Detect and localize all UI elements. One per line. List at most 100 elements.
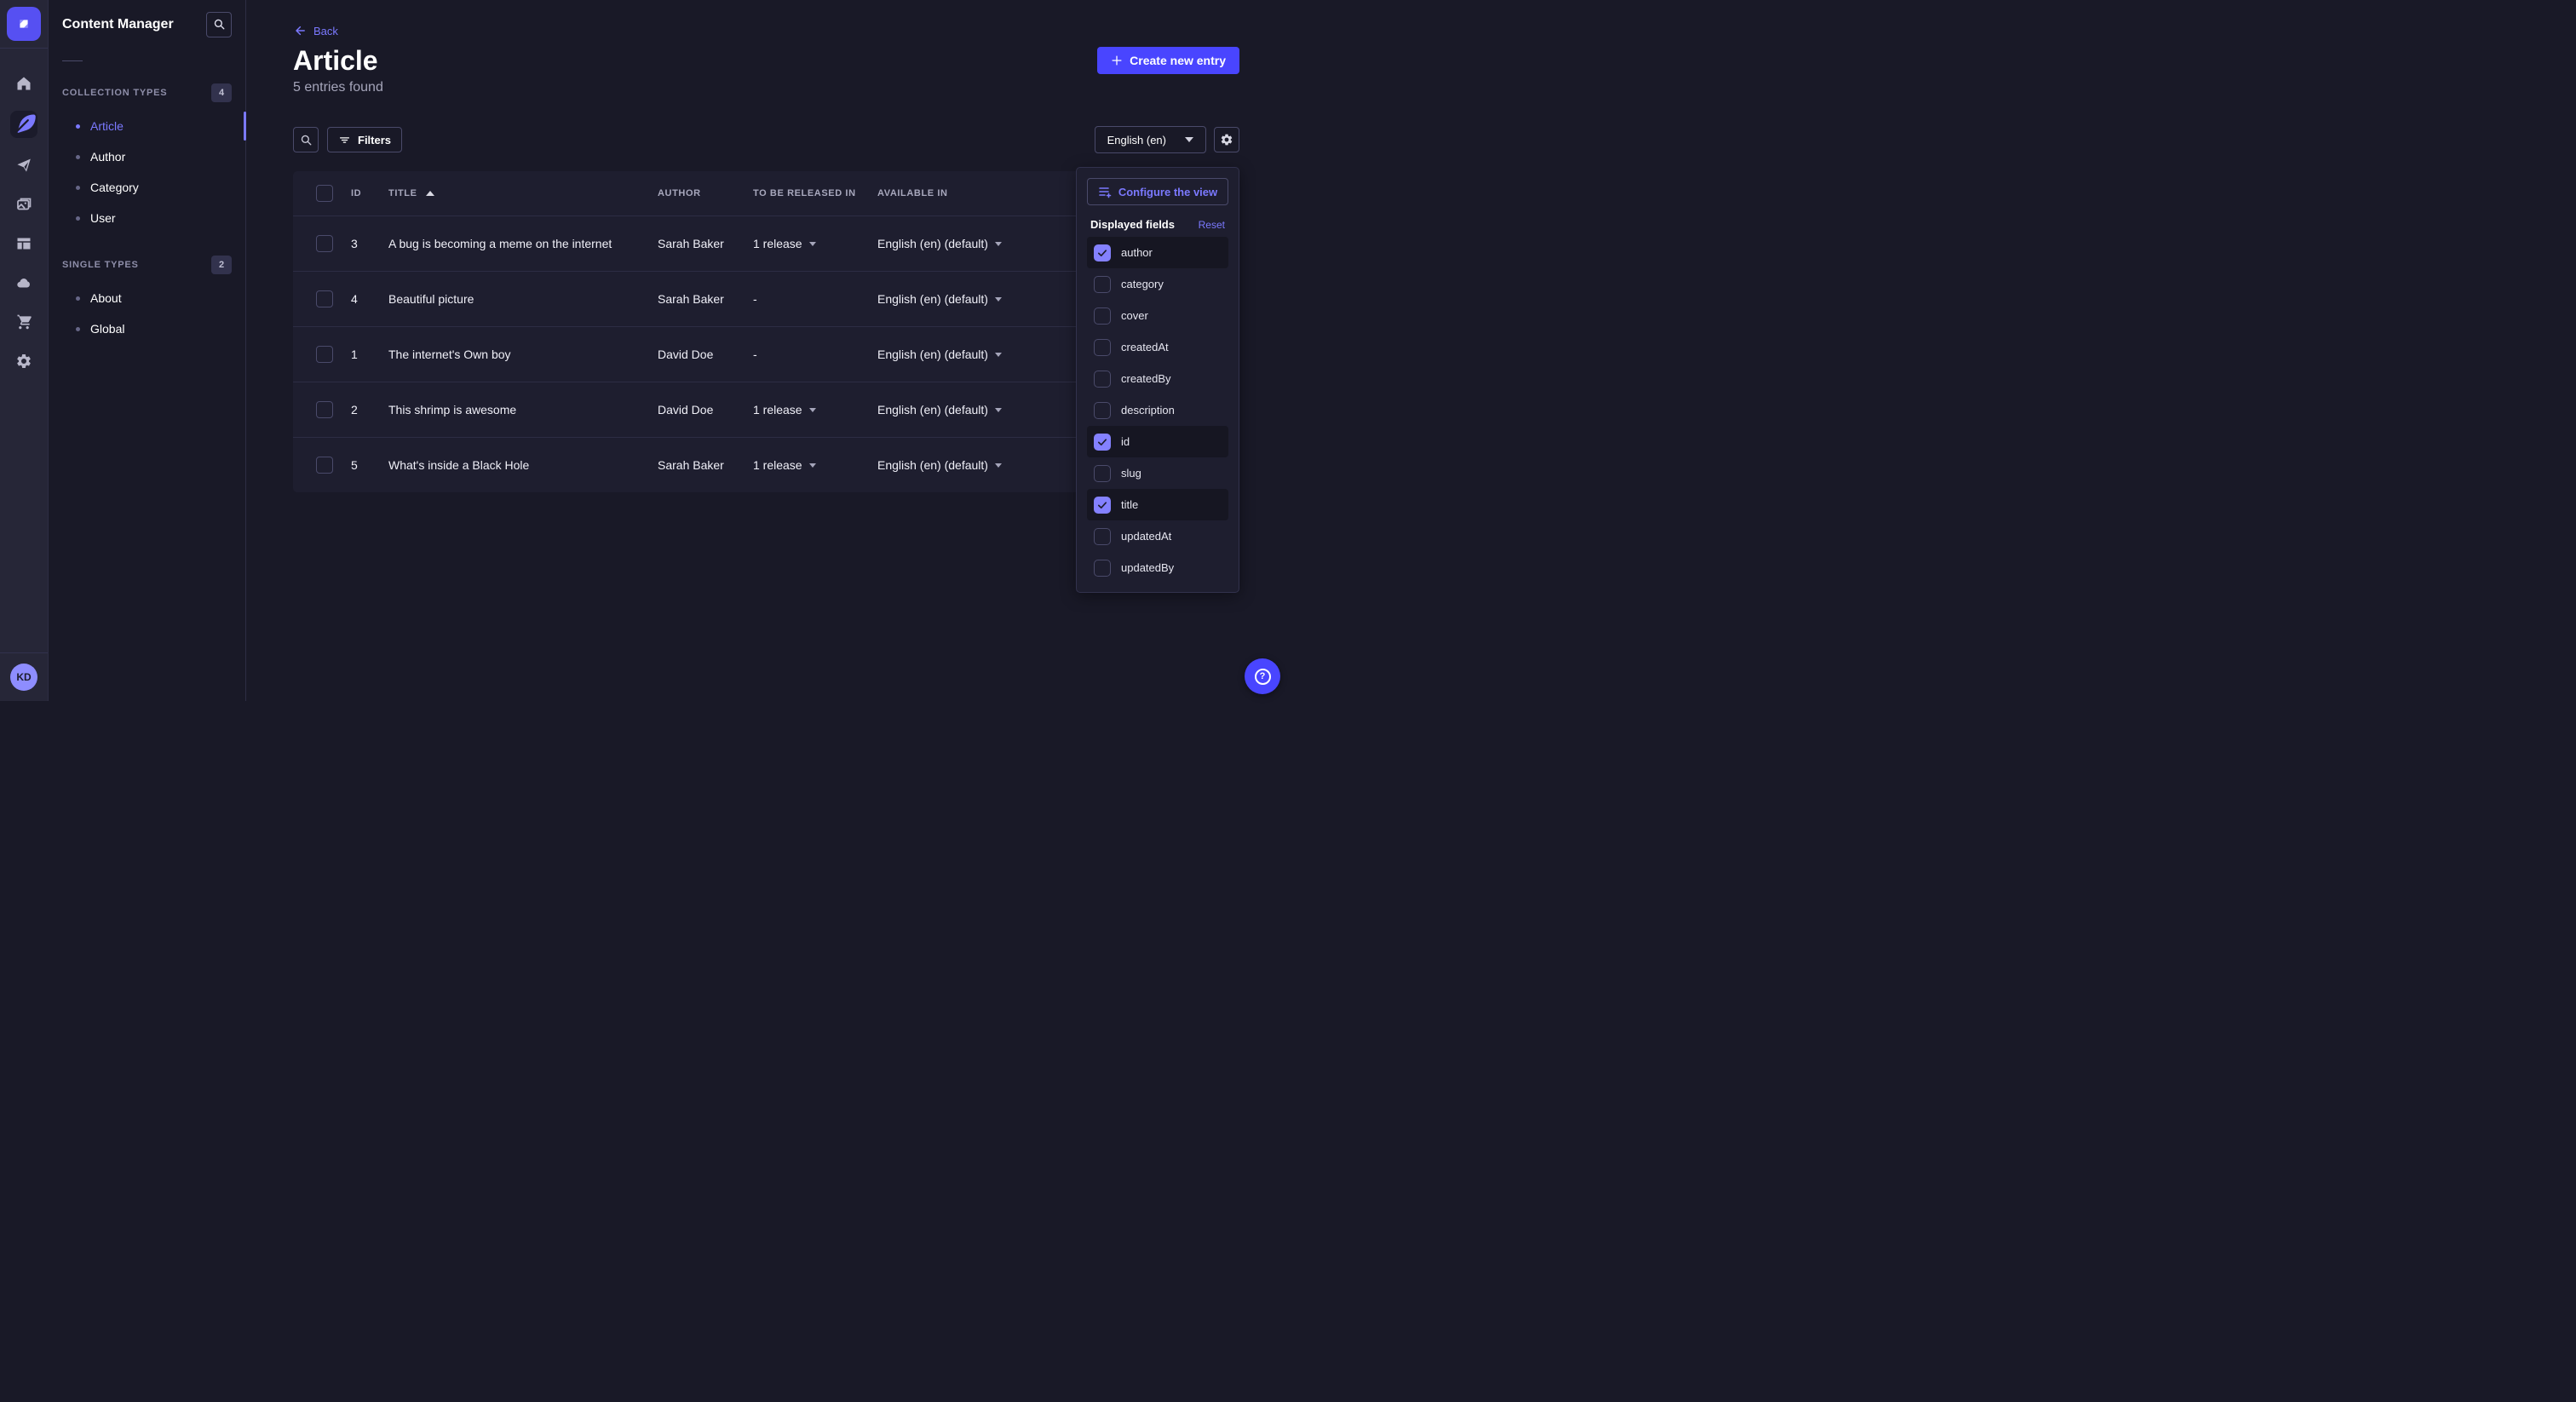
field-option-title[interactable]: title xyxy=(1087,489,1228,520)
releases-icon[interactable] xyxy=(14,156,33,175)
sidebar-divider xyxy=(62,60,83,61)
sidebar-item-about[interactable]: About xyxy=(62,283,232,313)
cell-id: 1 xyxy=(346,348,383,361)
row-checkbox[interactable] xyxy=(316,235,333,252)
cell-title: What's inside a Black Hole xyxy=(383,458,653,472)
view-settings-popover: Configure the view Displayed fields Rese… xyxy=(1076,167,1239,593)
displayed-fields-title: Displayed fields xyxy=(1090,218,1175,231)
field-option-cover[interactable]: cover xyxy=(1087,300,1228,331)
field-option-label: title xyxy=(1121,498,1138,511)
chevron-down-icon xyxy=(809,242,816,246)
locale-value: English (en) (default) xyxy=(877,458,988,472)
sidebar-item-label: Category xyxy=(90,181,139,194)
cell-release[interactable]: 1 release xyxy=(748,458,872,472)
checkbox-unchecked-icon[interactable] xyxy=(1094,465,1111,482)
page-header-row: Article Create new entry xyxy=(293,44,1239,77)
checkbox-unchecked-icon[interactable] xyxy=(1094,528,1111,545)
row-checkbox[interactable] xyxy=(316,401,333,418)
home-icon[interactable] xyxy=(14,74,33,93)
cell-author: Sarah Baker xyxy=(653,292,748,306)
locale-select[interactable]: English (en) xyxy=(1095,126,1206,153)
chevron-down-icon xyxy=(995,408,1002,412)
user-avatar[interactable]: KD xyxy=(10,664,37,691)
column-header-release[interactable]: TO BE RELEASED IN xyxy=(748,188,872,198)
cell-author: David Doe xyxy=(653,348,748,361)
field-option-createdby[interactable]: createdBy xyxy=(1087,363,1228,394)
chevron-down-icon xyxy=(1185,137,1193,142)
field-option-label: id xyxy=(1121,435,1130,448)
filters-button[interactable]: Filters xyxy=(327,127,402,152)
sidebar-item-author[interactable]: Author xyxy=(62,141,232,172)
field-option-description[interactable]: description xyxy=(1087,394,1228,426)
content-manager-icon-active[interactable] xyxy=(10,111,37,138)
chevron-down-icon xyxy=(809,463,816,468)
collection-types-count-badge: 4 xyxy=(211,83,232,102)
bullet-icon xyxy=(76,124,80,129)
sidebar-item-user[interactable]: User xyxy=(62,203,232,233)
checkbox-unchecked-icon[interactable] xyxy=(1094,560,1111,577)
checkbox-checked-icon[interactable] xyxy=(1094,434,1111,451)
column-header-id[interactable]: ID xyxy=(346,188,383,198)
settings-gear-icon[interactable] xyxy=(14,352,33,371)
checkbox-unchecked-icon[interactable] xyxy=(1094,339,1111,356)
row-checkbox[interactable] xyxy=(316,346,333,363)
deploy-cloud-icon[interactable] xyxy=(14,273,33,292)
strapi-logo-icon[interactable] xyxy=(7,7,41,41)
field-option-slug[interactable]: slug xyxy=(1087,457,1228,489)
search-icon xyxy=(300,134,313,147)
help-button[interactable]: ? xyxy=(1245,658,1280,694)
checkbox-checked-icon[interactable] xyxy=(1094,497,1111,514)
list-plus-icon xyxy=(1098,185,1112,198)
bullet-icon xyxy=(76,186,80,190)
row-checkbox[interactable] xyxy=(316,457,333,474)
locale-value: English (en) (default) xyxy=(877,403,988,417)
row-checkbox[interactable] xyxy=(316,290,333,307)
field-option-updatedat[interactable]: updatedAt xyxy=(1087,520,1228,552)
sidebar-item-category[interactable]: Category xyxy=(62,172,232,203)
field-option-id[interactable]: id xyxy=(1087,426,1228,457)
locale-value: English (en) (default) xyxy=(877,237,988,250)
cell-release[interactable]: 1 release xyxy=(748,237,872,250)
media-library-icon[interactable] xyxy=(14,195,33,214)
filter-icon xyxy=(338,134,351,147)
sidebar-item-global[interactable]: Global xyxy=(62,313,232,344)
column-header-title[interactable]: TITLE xyxy=(383,188,653,198)
checkbox-checked-icon[interactable] xyxy=(1094,244,1111,261)
cell-release: - xyxy=(748,348,872,361)
marketplace-cart-icon[interactable] xyxy=(14,313,33,331)
single-types-count-badge: 2 xyxy=(211,256,232,274)
checkbox-unchecked-icon[interactable] xyxy=(1094,402,1111,419)
feather-icon xyxy=(10,111,37,138)
cell-title: A bug is becoming a meme on the internet xyxy=(383,237,653,250)
configure-view-button[interactable]: Configure the view xyxy=(1087,178,1228,205)
single-types-section: SINGLE TYPES 2 About Global xyxy=(62,256,232,344)
create-new-entry-button[interactable]: Create new entry xyxy=(1097,47,1239,74)
release-value: 1 release xyxy=(753,237,802,250)
view-settings-gear-button[interactable] xyxy=(1214,127,1239,152)
chevron-down-icon xyxy=(995,463,1002,468)
field-option-createdat[interactable]: createdAt xyxy=(1087,331,1228,363)
bullet-icon xyxy=(76,155,80,159)
cell-release[interactable]: 1 release xyxy=(748,403,872,417)
field-option-author[interactable]: author xyxy=(1087,237,1228,268)
search-icon xyxy=(213,18,226,31)
sidebar-search-button[interactable] xyxy=(206,12,232,37)
content-type-builder-icon[interactable] xyxy=(14,234,33,253)
column-header-title-label: TITLE xyxy=(388,188,417,198)
back-link[interactable]: Back xyxy=(293,24,338,37)
chevron-down-icon xyxy=(995,353,1002,357)
select-all-checkbox[interactable] xyxy=(316,185,333,202)
checkbox-unchecked-icon[interactable] xyxy=(1094,307,1111,325)
gear-icon xyxy=(1220,133,1233,147)
locale-value: English (en) (default) xyxy=(877,292,988,306)
table-search-button[interactable] xyxy=(293,127,319,152)
field-option-category[interactable]: category xyxy=(1087,268,1228,300)
field-option-updatedby[interactable]: updatedBy xyxy=(1087,552,1228,583)
locale-value: English (en) (default) xyxy=(877,348,988,361)
reset-fields-button[interactable]: Reset xyxy=(1199,219,1225,231)
checkbox-unchecked-icon[interactable] xyxy=(1094,371,1111,388)
collection-types-label: COLLECTION TYPES xyxy=(62,88,167,98)
sidebar-item-article[interactable]: Article xyxy=(62,111,232,141)
column-header-author[interactable]: AUTHOR xyxy=(653,188,748,198)
checkbox-unchecked-icon[interactable] xyxy=(1094,276,1111,293)
